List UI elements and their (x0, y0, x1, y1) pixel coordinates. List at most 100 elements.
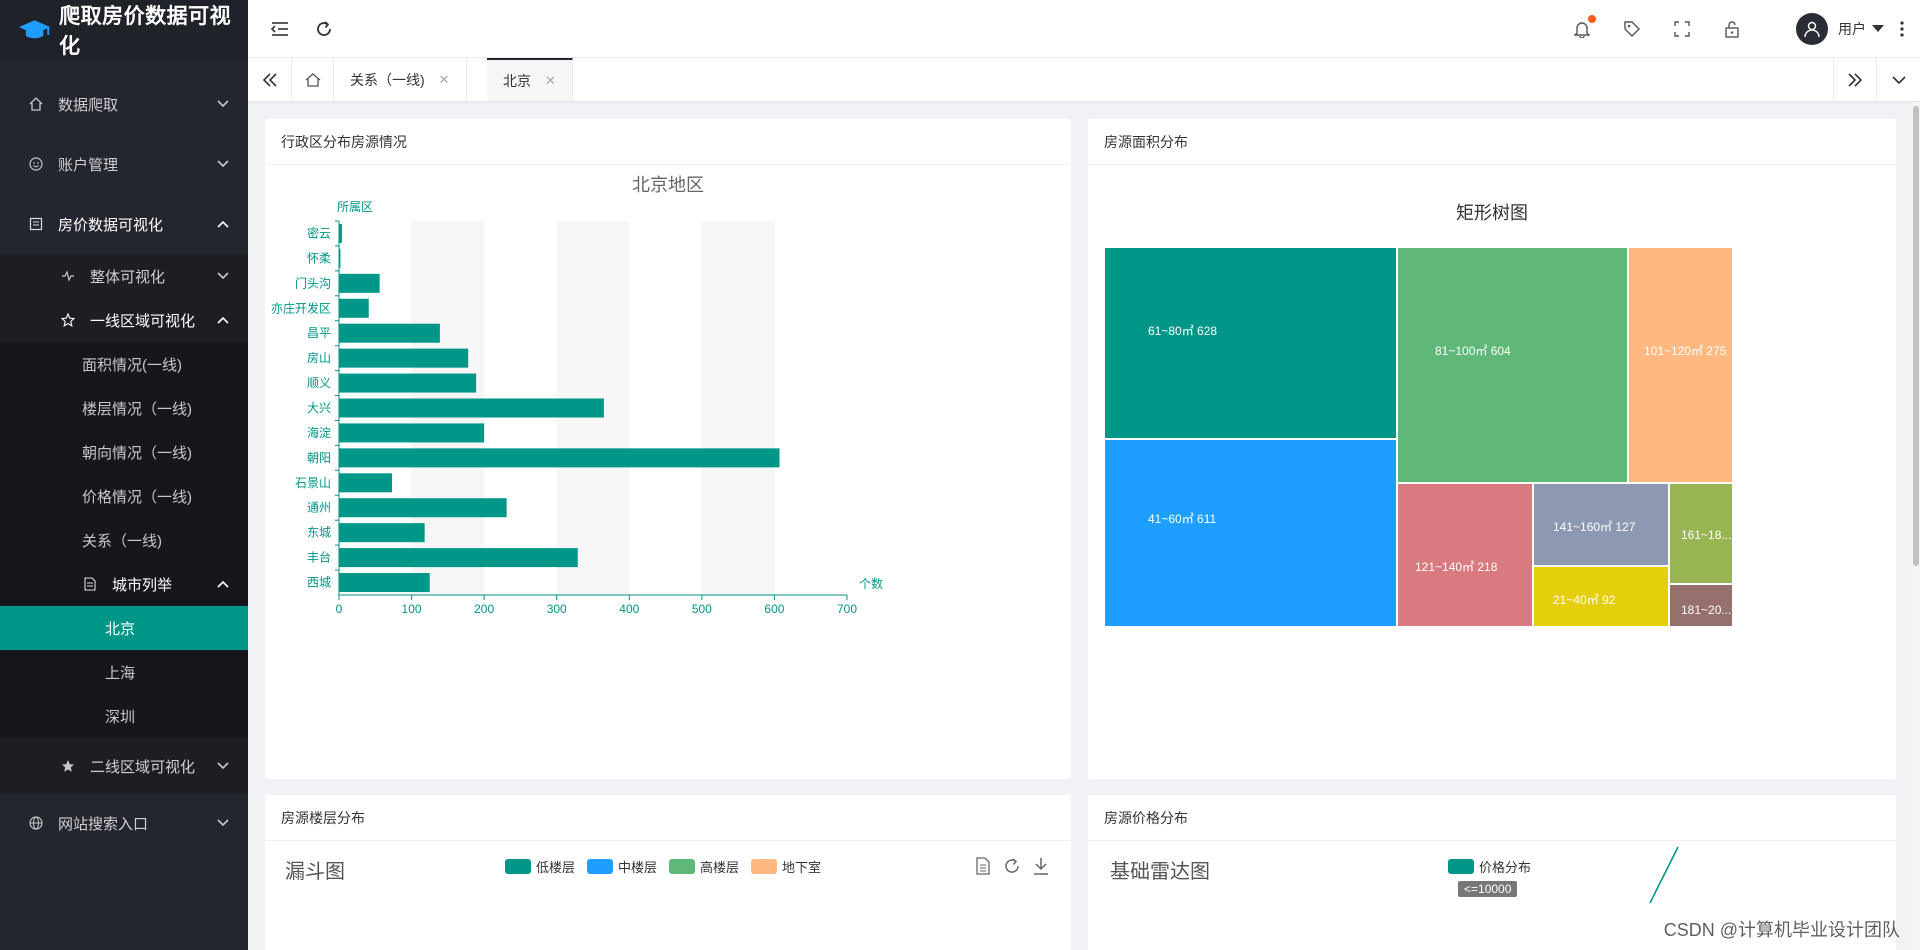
leaf-floor[interactable]: 楼层情况（一线) (0, 386, 248, 430)
submenu-label: 整体可视化 (90, 268, 166, 286)
close-icon[interactable]: ✕ (439, 72, 450, 88)
collapse-menu-icon[interactable] (268, 17, 292, 41)
sidebar: 爬取房价数据可视化 数据爬取 账户管理 房价数据可视化 整体可视化 一线区域可视… (0, 0, 248, 950)
city-shenzhen[interactable]: 深圳 (0, 694, 248, 738)
tab-beijing[interactable]: 北京 ✕ (487, 58, 573, 101)
menu-item-crawl[interactable]: 数据爬取 (0, 74, 248, 134)
chart-title: 北京地区 (632, 175, 704, 195)
city-beijing[interactable]: 北京 (0, 606, 248, 650)
y-tick-label: 通州 (307, 501, 331, 515)
y-tick-label: 怀柔 (307, 251, 331, 265)
globe-icon (28, 815, 44, 831)
legend-item[interactable]: 高楼层 (669, 857, 739, 876)
bar (339, 548, 578, 568)
graduation-cap-icon (18, 20, 51, 39)
tag-icon[interactable] (1620, 17, 1644, 41)
user-name: 用户 (1838, 21, 1866, 37)
document-icon (82, 576, 98, 592)
watermark: CSDN @计算机毕业设计团队 (1663, 920, 1900, 940)
radar-legend[interactable]: 价格分布 (1448, 857, 1531, 876)
bar (339, 523, 425, 543)
fullscreen-icon[interactable] (1670, 17, 1694, 41)
restore-icon[interactable] (1003, 857, 1021, 875)
submenu-city-list[interactable]: 城市列举 (0, 562, 248, 606)
y-tick-label: 海淀 (307, 425, 331, 440)
y-tick-label: 朝阳 (307, 451, 331, 465)
treemap-label: 101~120㎡ 275 (1644, 344, 1727, 358)
treemap-label: 161~18... (1681, 528, 1731, 542)
tab-relation[interactable]: 关系（一线) ✕ (334, 58, 467, 101)
logo: 爬取房价数据可视化 (0, 0, 248, 60)
tab-scroll-left-icon[interactable] (248, 58, 292, 101)
x-tick-label: 100 (402, 602, 422, 616)
leaf-relation[interactable]: 关系（一线) (0, 518, 248, 562)
user-menu[interactable]: 用户 (1796, 13, 1884, 45)
submenu-overall[interactable]: 整体可视化 (0, 254, 248, 298)
menu-item-account[interactable]: 账户管理 (0, 134, 248, 194)
notification-dot (1588, 15, 1596, 23)
radar-indicator-tooltip: <=10000 (1458, 881, 1518, 897)
refresh-icon[interactable] (312, 17, 336, 41)
card-title: 房源楼层分布 (265, 795, 1071, 841)
legend-item[interactable]: 中楼层 (587, 857, 657, 876)
bar (339, 473, 392, 493)
lock-icon[interactable] (1720, 17, 1744, 41)
app-title: 爬取房价数据可视化 (59, 5, 232, 58)
close-icon[interactable]: ✕ (545, 73, 556, 89)
tier1-submenu: 面积情况(一线) 楼层情况（一线) 朝向情况（一线) 价格情况（一线) 关系（一… (0, 342, 248, 738)
submenu-tier1[interactable]: 一线区域可视化 (0, 298, 248, 342)
split-area-band (701, 221, 775, 595)
tabs-bar: 关系（一线) ✕ 北京 ✕ (248, 58, 1920, 102)
star-icon (60, 758, 76, 774)
y-tick-label: 昌平 (307, 326, 331, 340)
submenu-tier2[interactable]: 二线区域可视化 (0, 738, 248, 794)
card-title: 房源价格分布 (1088, 795, 1896, 841)
treemap-cell (1627, 246, 1734, 484)
treemap-cell (1396, 246, 1629, 484)
treemap-label: 41~60㎡ 611 (1148, 512, 1216, 526)
treemap-label: 141~160㎡ 127 (1553, 520, 1636, 534)
menu-item-label: 数据爬取 (58, 96, 119, 114)
tab-scroll-right-icon[interactable] (1833, 58, 1877, 101)
chevron-down-icon (217, 160, 229, 168)
chevron-up-icon (217, 316, 229, 324)
treemap-label: 181~20... (1681, 603, 1731, 617)
page-scrollbar[interactable] (1912, 102, 1920, 950)
bar (339, 348, 469, 368)
y-tick-label: 房山 (307, 350, 331, 365)
y-tick-label: 密云 (307, 225, 331, 240)
report-icon (28, 216, 44, 232)
chevron-down-icon (217, 819, 229, 827)
city-shanghai[interactable]: 上海 (0, 650, 248, 694)
funnel-legend: 低楼层 中楼层 高楼层 地下室 (505, 857, 821, 876)
treemap-label: 81~100㎡ 604 (1435, 344, 1511, 358)
funnel-toolbox (975, 857, 1049, 875)
chevron-down-icon (217, 762, 229, 770)
download-icon[interactable] (1033, 857, 1049, 875)
bar (339, 373, 477, 393)
leaf-area[interactable]: 面积情况(一线) (0, 342, 248, 386)
bar (339, 448, 780, 468)
y-tick-label: 石景山 (295, 476, 331, 490)
leaf-price[interactable]: 价格情况（一线) (0, 474, 248, 518)
bar (339, 398, 604, 418)
menu-item-search-portal[interactable]: 网站搜索入口 (0, 794, 248, 852)
menu-item-label: 网站搜索入口 (58, 815, 149, 833)
menu-item-visualization[interactable]: 房价数据可视化 (0, 194, 248, 254)
top-header: 用户 (248, 0, 1920, 58)
x-tick-label: 300 (547, 602, 567, 616)
legend-item[interactable]: 低楼层 (505, 857, 575, 876)
bell-icon[interactable] (1570, 15, 1596, 41)
leaf-orientation[interactable]: 朝向情况（一线) (0, 430, 248, 474)
home-tab-icon[interactable] (292, 58, 334, 101)
more-vertical-icon[interactable] (1890, 17, 1914, 41)
y-tick-label: 大兴 (307, 401, 331, 415)
tab-menu-chevron-icon[interactable] (1877, 58, 1920, 101)
scrollbar-thumb[interactable] (1913, 106, 1919, 566)
legend-item[interactable]: 地下室 (751, 857, 821, 876)
data-view-icon[interactable] (975, 857, 991, 875)
main-content: 行政区分布房源情况 北京地区 所属区 个数 密云 怀柔 门头沟 亦庄开发区 昌平 房山 顺义 大兴海… (248, 102, 1920, 950)
chart-title: 矩形树图 (1456, 203, 1528, 223)
card-area: 房源面积分布 矩形树图 61~80㎡ 628 41~60㎡ 611 81~100㎡ 6… (1088, 119, 1896, 779)
tab-label: 关系（一线) (350, 71, 425, 88)
